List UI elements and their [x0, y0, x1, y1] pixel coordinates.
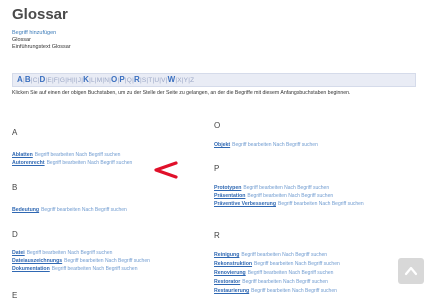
entry-actions[interactable]: Begriff bearbeiten Nach Begriff suchen [52, 266, 138, 272]
entry-actions[interactable]: Begriff bearbeiten Nach Begriff suchen [64, 258, 150, 264]
glossary-entry: Prototypen Begriff bearbeiten Nach Begrif… [214, 185, 329, 192]
entry-actions[interactable]: Begriff bearbeiten Nach Begriff suchen [243, 185, 329, 191]
glossary-entry: Präsentation Begriff bearbeiten Nach Begr… [214, 193, 333, 200]
glossary-entry: Präventive Verbesserung Begriff bearbeite… [214, 201, 364, 208]
letter-heading-p: P [214, 164, 220, 173]
term-link[interactable]: Restaurierung [214, 288, 249, 294]
letter-heading-b: B [12, 183, 18, 192]
glossary-entry: Restorator Begriff bearbeiten Nach Begrif… [214, 279, 328, 286]
term-link[interactable]: Renovierung [214, 270, 246, 276]
entry-actions[interactable]: Begriff bearbeiten Nach Begriff suchen [27, 250, 113, 256]
term-link[interactable]: Objekt [214, 142, 230, 148]
entry-actions[interactable]: Begriff bearbeiten Nach Begriff suchen [247, 193, 333, 199]
term-link[interactable]: Präsentation [214, 193, 245, 199]
entry-actions[interactable]: Begriff bearbeiten Nach Begriff suchen [242, 279, 328, 285]
alphabet-hint: Klicken Sie auf einen der obigen Buchsta… [12, 90, 351, 96]
entry-actions[interactable]: Begriff bearbeiten Nach Begriff suchen [278, 201, 364, 207]
letter-heading-d: D [12, 230, 18, 239]
alphabet-bar: A|B|C|D|E|F|G|H|I|J|K|L|M|N|O|P|Q|R|S|T|… [12, 73, 416, 87]
term-link[interactable]: Dateiauszeichnungs [12, 258, 62, 264]
glossary-entry: Dokumentation Begriff bearbeiten Nach Beg… [12, 266, 137, 273]
chevron-up-icon [404, 266, 418, 276]
entry-actions[interactable]: Begriff bearbeiten Nach Begriff suchen [248, 270, 334, 276]
add-term-link[interactable]: Begriff hinzufügen [12, 30, 71, 37]
term-link[interactable]: Reinigung [214, 252, 239, 258]
glossary-entry: Datei Begriff bearbeiten Nach Begriff suc… [12, 250, 112, 257]
entry-actions[interactable]: Begriff bearbeiten Nach Begriff suchen [251, 288, 337, 294]
glossary-entry: Dateiauszeichnungs Begriff bearbeiten Nac… [12, 258, 150, 265]
glossary-entry: Objekt Begriff bearbeiten Nach Begriff su… [214, 142, 318, 149]
page-title: Glossar [12, 6, 68, 23]
term-link[interactable]: Restorator [214, 279, 240, 285]
glossary-meta: Begriff hinzufügen Glossar Einführungste… [12, 30, 71, 52]
letter-heading-o: O [214, 121, 221, 130]
entry-actions[interactable]: Begriff bearbeiten Nach Begriff suchen [35, 152, 121, 158]
scroll-to-top-button[interactable] [398, 258, 424, 284]
glossary-entry: Reinigung Begriff bearbeiten Nach Begriff… [214, 252, 327, 259]
entry-actions[interactable]: Begriff bearbeiten Nach Begriff suchen [41, 207, 127, 213]
annotation-arrow-icon [154, 161, 178, 179]
glossary-entry: Restaurierung Begriff bearbeiten Nach Beg… [214, 288, 337, 295]
entry-actions[interactable]: Begriff bearbeiten Nach Begriff suchen [254, 261, 340, 267]
term-link[interactable]: Präventive Verbesserung [214, 201, 276, 207]
entry-actions[interactable]: Begriff bearbeiten Nach Begriff suchen [47, 160, 133, 166]
term-link[interactable]: Bedeutung [12, 207, 39, 213]
glossary-entry: Autorenrecht Begriff bearbeiten Nach Begr… [12, 160, 132, 167]
glossary-intro: Einführungstext Glossar [12, 44, 71, 51]
glossary-entry: Rekonstruktion Begriff bearbeiten Nach Be… [214, 261, 340, 268]
term-link[interactable]: Autorenrecht [12, 160, 45, 166]
letter-heading-r: R [214, 231, 220, 240]
glossary-entry: Renovierung Begriff bearbeiten Nach Begri… [214, 270, 333, 277]
entry-actions[interactable]: Begriff bearbeiten Nach Begriff suchen [241, 252, 327, 258]
entry-actions[interactable]: Begriff bearbeiten Nach Begriff suchen [232, 142, 318, 148]
term-link[interactable]: Ablatten [12, 152, 33, 158]
letter-heading-a: A [12, 128, 18, 137]
term-link[interactable]: Dokumentation [12, 266, 50, 272]
alphabet-letter-z: Z [190, 77, 195, 84]
term-link[interactable]: Prototypen [214, 185, 241, 191]
term-link[interactable]: Datei [12, 250, 25, 256]
term-link[interactable]: Rekonstruktion [214, 261, 252, 267]
letter-heading-e: E [12, 291, 18, 300]
glossary-entry: Bedeutung Begriff bearbeiten Nach Begriff… [12, 207, 127, 214]
glossary-entry: Ablatten Begriff bearbeiten Nach Begriff … [12, 152, 120, 159]
glossary-name: Glossar [12, 37, 31, 44]
